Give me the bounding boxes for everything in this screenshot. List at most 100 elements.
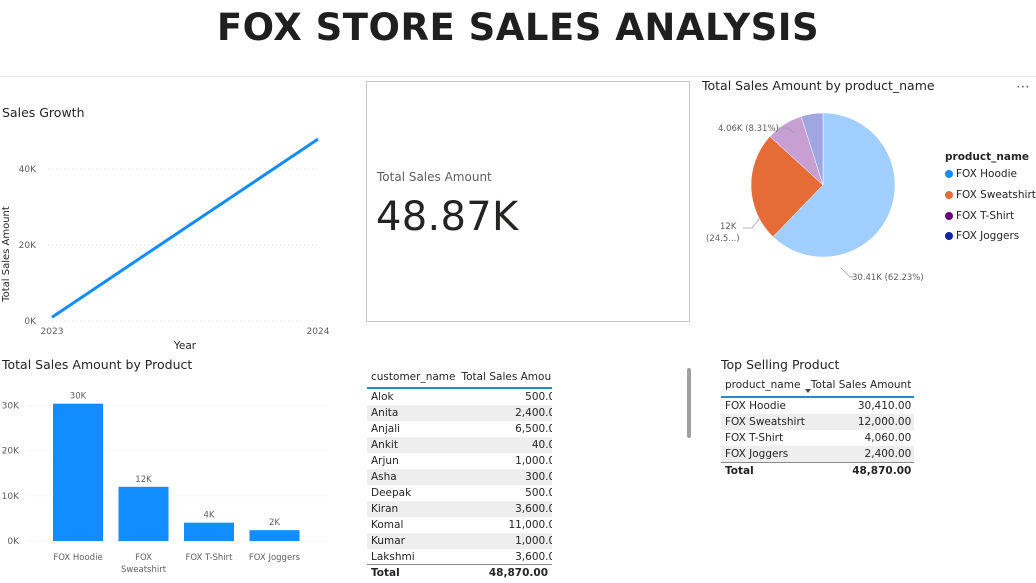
product-name-cell: FOX Hoodie: [725, 400, 786, 412]
table-row[interactable]: Anita2,400.00: [367, 405, 552, 421]
customer-name-cell: Komal: [371, 519, 404, 531]
table-row[interactable]: Deepak 500.00: [367, 485, 552, 501]
column-header-customer-name[interactable]: customer_name: [367, 366, 459, 389]
customer-name-cell: Kiran: [367, 501, 459, 517]
x-tick-label: FOX: [135, 553, 152, 563]
sales-amount-cell: 500.00: [525, 391, 552, 403]
legend-dot-icon: [945, 191, 953, 200]
x-tick-label: 2023: [41, 327, 64, 337]
customer-table[interactable]: customer_name Total Sales Amount Alok 500…: [367, 366, 552, 564]
table-row[interactable]: Asha300.00: [367, 469, 552, 485]
sales-growth-xlabel: Year: [173, 340, 197, 352]
y-tick-label: 40K: [19, 165, 37, 175]
sales-growth-ylabel: Total Sales Amount: [1, 206, 12, 303]
legend-dot-icon: [945, 211, 953, 220]
legend-item-sweatshirt[interactable]: FOX Sweatshirt: [945, 185, 1036, 206]
more-options-icon[interactable]: ⋯: [1016, 79, 1031, 95]
customer-table-total-row: Total 48,870.00: [367, 564, 552, 582]
pie-label-sweatshirt-pct: (24.5...): [706, 234, 740, 244]
legend-label: FOX Sweatshirt: [956, 189, 1036, 202]
customer-name-cell: Arjun: [371, 455, 399, 467]
column-header-total-sales[interactable]: Total Sales Amount: [458, 366, 552, 389]
total-value: 48,870.00: [807, 462, 915, 479]
legend-dot-icon: [945, 170, 953, 179]
x-tick-label: Sweatshirt: [121, 565, 167, 575]
bar-chart-title: Total Sales Amount by Product: [2, 357, 193, 372]
bar-data-label: 4K: [204, 511, 215, 521]
customer-name-cell: Lakshmi: [371, 551, 415, 563]
sales-amount-cell: 30,410.00: [857, 400, 912, 412]
sweatshirt-leader-line: [743, 217, 761, 229]
sales-growth-title: Sales Growth: [2, 105, 85, 120]
sales-amount-cell: 12,000.00: [807, 414, 915, 430]
pie-chart[interactable]: 4.06K (8.31%) 12K (24.5...) 30.41K (62.2…: [700, 100, 940, 300]
column-header-total-sales[interactable]: Total Sales Amount: [807, 374, 915, 398]
page-title: FOX STORE SALES ANALYSIS: [216, 6, 820, 49]
sales-amount-cell: 6,500.00: [515, 423, 552, 435]
pie-legend: FOX Hoodie FOX Sweatshirt FOX T-Shirt FO…: [945, 164, 1036, 247]
bar-chart[interactable]: 0K 10K 20K 30K 30K 12K 4K 2K FOX Hoodie FOX Swea…: [0, 378, 340, 578]
table-row[interactable]: FOX Joggers 2,400.00: [721, 446, 915, 463]
sales-amount-cell: 3,600.00: [515, 551, 552, 563]
customer-name-cell: Kumar: [367, 533, 459, 549]
table-row[interactable]: Arjun 1,000.00: [367, 453, 552, 469]
x-tick-label: 2024: [307, 327, 330, 337]
sales-growth-line[interactable]: [51, 137, 319, 319]
legend-item-hoodie[interactable]: FOX Hoodie: [945, 164, 1036, 185]
table-scrollbar[interactable]: [687, 368, 691, 438]
sales-amount-cell: 3,600.00: [458, 501, 552, 517]
customer-name-cell: Asha: [367, 469, 459, 485]
sales-amount-cell: 11,000.00: [508, 519, 552, 531]
table-row[interactable]: FOX Sweatshirt 12,000.00: [721, 414, 915, 430]
bar[interactable]: [184, 522, 234, 541]
sales-amount-cell: 1,000.00: [515, 455, 552, 467]
total-label: Total: [721, 462, 808, 479]
table-row[interactable]: Anjali 6,500.00: [367, 421, 552, 437]
table-row[interactable]: FOX T-Shirt 4,060.00: [721, 430, 914, 446]
sales-growth-chart[interactable]: 0K 20K 40K Total Sales Amount 2023 2024 Yea…: [0, 120, 340, 355]
table-row[interactable]: Komal 11,000.00: [367, 517, 552, 533]
customer-name-cell: Ankit: [367, 437, 459, 453]
sort-descending-icon[interactable]: [805, 389, 811, 393]
y-tick-label: 20K: [19, 241, 37, 251]
bar[interactable]: [53, 403, 103, 541]
total-sales-card[interactable]: Total Sales Amount 48.87K: [366, 81, 690, 322]
sales-amount-cell: 500.00: [525, 487, 552, 499]
bar[interactable]: [249, 530, 300, 541]
legend-item-tshirt[interactable]: FOX T-Shirt: [945, 205, 1036, 226]
table-row[interactable]: Alok 500.00: [367, 388, 552, 405]
pie-label-tshirt: 4.06K (8.31%): [718, 124, 779, 134]
x-tick-label: FOX T-Shirt: [185, 553, 233, 563]
table-row[interactable]: FOX Hoodie 30,410.00: [721, 397, 914, 414]
title-divider: [0, 76, 1036, 77]
sales-amount-cell: 40.00: [458, 437, 552, 453]
bar-data-label: 30K: [70, 392, 87, 402]
pie-chart-title: Total Sales Amount by product_name: [702, 78, 935, 93]
legend-label: FOX Joggers: [956, 230, 1020, 243]
product-name-cell: FOX Sweatshirt: [721, 414, 808, 430]
y-tick-label: 30K: [2, 402, 20, 412]
customer-name-cell: Anita: [367, 405, 459, 421]
table-row[interactable]: Ankit40.00: [367, 437, 552, 453]
column-header-product-name[interactable]: product_name: [721, 374, 808, 398]
pie-legend-title: product_name: [945, 151, 1030, 163]
sales-amount-cell: 300.00: [458, 469, 552, 485]
table-row[interactable]: Lakshmi 3,600.00: [367, 549, 552, 564]
customer-name-cell: Deepak: [371, 487, 412, 499]
top-selling-grid: product_name Total Sales Amount FOX Hood…: [721, 374, 915, 479]
x-tick-label: FOX Joggers: [249, 553, 301, 563]
bar-data-label: 12K: [135, 475, 152, 485]
bar[interactable]: [118, 486, 169, 541]
card-value: 48.87K: [376, 194, 519, 240]
customer-name-cell: Anjali: [371, 423, 401, 435]
legend-item-joggers[interactable]: FOX Joggers: [945, 226, 1036, 247]
top-selling-table[interactable]: product_name Total Sales Amount FOX Hood…: [721, 374, 915, 479]
table-row[interactable]: Kiran3,600.00: [367, 501, 552, 517]
sales-amount-cell: 2,400.00: [458, 405, 552, 421]
legend-label: FOX T-Shirt: [956, 209, 1015, 222]
total-label: Total: [371, 567, 400, 579]
y-tick-label: 20K: [2, 447, 20, 457]
table-row[interactable]: Kumar1,000.00: [367, 533, 552, 549]
customer-table-grid: customer_name Total Sales Amount Alok 500…: [367, 366, 552, 564]
y-tick-label: 0K: [24, 317, 37, 327]
